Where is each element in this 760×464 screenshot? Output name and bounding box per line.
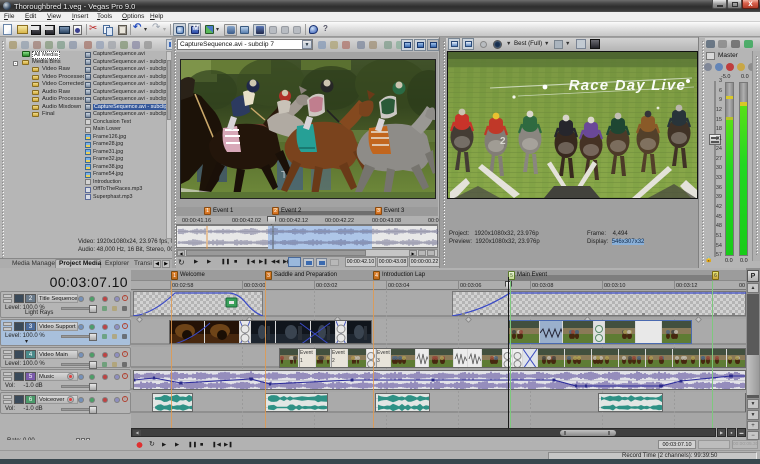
svg-text:2: 2 <box>500 136 506 147</box>
svg-text:Race Day Live: Race Day Live <box>569 77 686 94</box>
